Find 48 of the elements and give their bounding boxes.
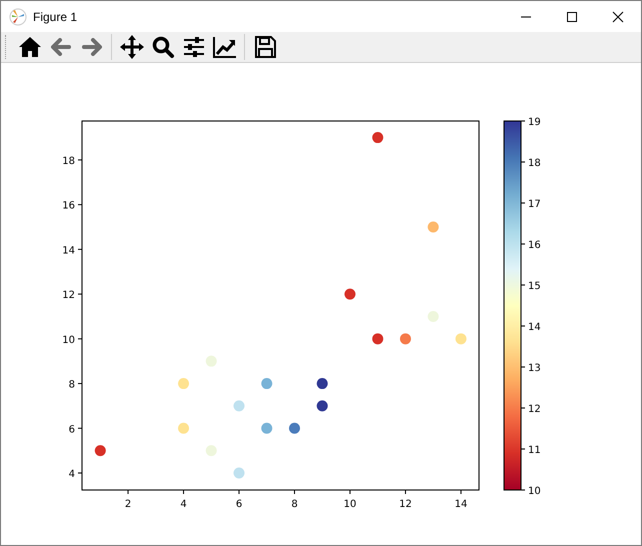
tick-label: 11 — [528, 445, 541, 456]
tick-mark — [520, 284, 526, 286]
tick-mark — [78, 248, 82, 250]
tick-mark — [183, 490, 184, 494]
tick-mark — [520, 448, 526, 450]
tick-mark — [78, 204, 82, 206]
tick-label: 16 — [528, 240, 541, 251]
tick-mark — [520, 366, 526, 368]
tick-label: 12 — [528, 404, 541, 415]
window-title: Figure 1 — [33, 10, 78, 24]
tick-label: 10 — [344, 499, 356, 510]
tick-label: 12 — [399, 499, 412, 510]
tick-label: 12 — [62, 290, 75, 302]
tick-label: 2 — [124, 499, 132, 510]
tick-label: 14 — [62, 245, 75, 256]
tick-mark — [294, 490, 295, 494]
tick-label: 4 — [180, 499, 187, 510]
tick-label: 18 — [62, 156, 75, 167]
tick-mark — [78, 294, 82, 295]
tick-label: 6 — [68, 424, 75, 436]
tick-label: 10 — [62, 334, 75, 346]
tick-label: 6 — [236, 499, 242, 510]
tick-mark — [78, 338, 82, 340]
tick-mark — [78, 472, 82, 474]
tick-label: 17 — [528, 199, 541, 210]
tick-label: 10 — [528, 486, 541, 497]
tick-label: 15 — [528, 281, 541, 292]
tick-label: 8 — [291, 499, 298, 510]
close-icon — [612, 10, 624, 22]
tick-mark — [128, 490, 129, 494]
tick-label: 13 — [528, 363, 541, 374]
tick-mark — [238, 490, 240, 494]
tick-mark — [520, 120, 526, 122]
tick-label: 18 — [528, 158, 541, 169]
tick-mark — [520, 202, 526, 204]
tick-mark — [78, 159, 82, 160]
tick-mark — [78, 428, 82, 429]
tick-label: 8 — [68, 380, 75, 391]
tick-mark — [404, 490, 406, 494]
tick-mark — [78, 383, 82, 384]
maximize-icon — [566, 10, 578, 22]
tick-label: 16 — [62, 200, 75, 212]
app-logo-icon — [9, 8, 27, 26]
tick-label: 14 — [454, 499, 468, 510]
tick-mark — [460, 490, 462, 494]
tick-label: 4 — [68, 469, 75, 480]
tick-label: 19 — [528, 117, 541, 128]
tick-label: 14 — [528, 322, 541, 333]
